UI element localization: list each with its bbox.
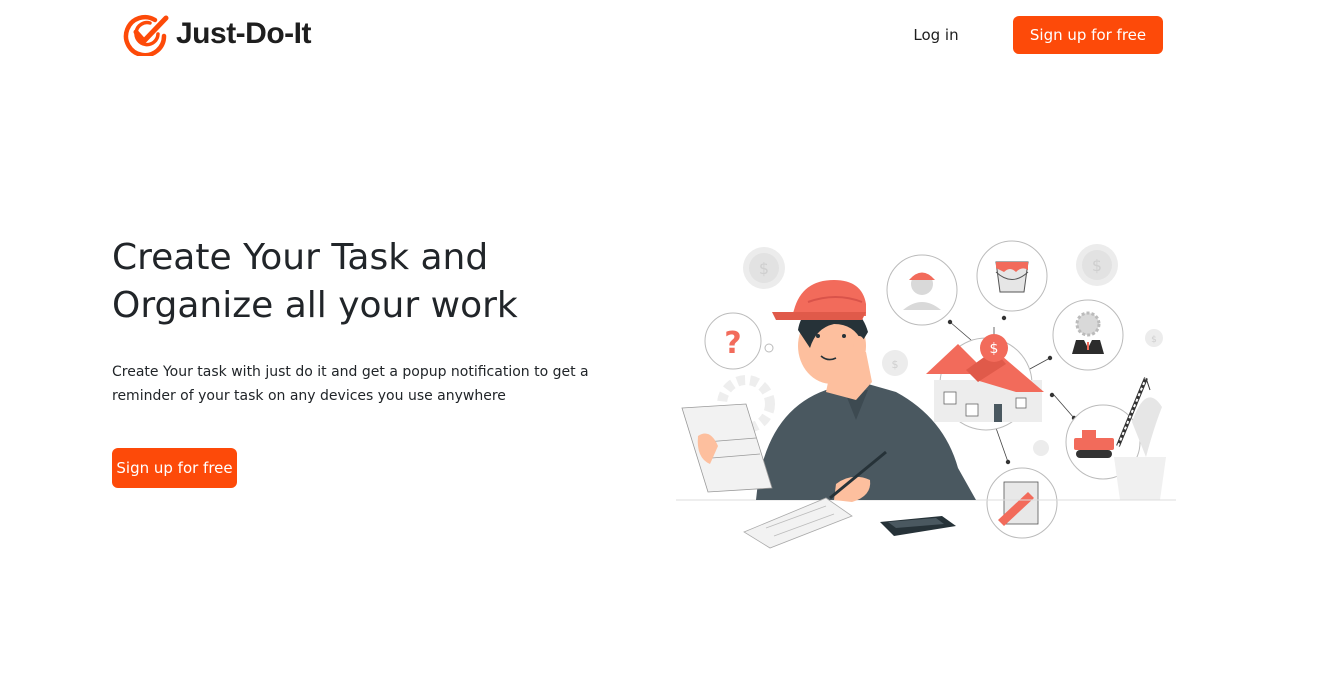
hero-title-line: Organize all your work — [112, 285, 518, 326]
dollar-coin-icon: $ — [1145, 329, 1163, 347]
dollar-coin-icon: $ — [1076, 244, 1118, 286]
svg-text:?: ? — [724, 326, 741, 361]
hero-title: Create Your Task and Organize all your w… — [112, 234, 632, 330]
hero-title-line: Create Your Task and — [112, 237, 489, 278]
worker-avatar-icon — [886, 254, 958, 326]
hero-description-line: reminder of your task on any devices you… — [112, 388, 506, 404]
businessman-gear-icon — [1052, 299, 1124, 371]
dollar-coin-icon: $ — [882, 350, 908, 376]
question-mark-icon: ? — [704, 312, 774, 370]
svg-text:$: $ — [1092, 256, 1102, 275]
house-icon: $ — [926, 334, 1044, 431]
hero-signup-button[interactable]: Sign up for free — [112, 448, 237, 488]
pencil-paper-icon — [986, 467, 1058, 539]
navbar: Just-Do-It Log in Sign up for free — [0, 0, 1341, 72]
svg-text:$: $ — [990, 341, 999, 357]
brand-logo-link[interactable]: Just-Do-It — [122, 12, 311, 56]
calculator-icon — [880, 516, 956, 536]
svg-text:$: $ — [1151, 335, 1157, 345]
nav-signup-button[interactable]: Sign up for free — [1013, 16, 1163, 54]
dollar-coin-icon: $ — [743, 247, 785, 289]
svg-text:$: $ — [892, 358, 899, 371]
svg-text:$: $ — [759, 259, 769, 278]
check-circle-logo-icon — [123, 14, 169, 56]
hero-description-line: Create Your task with just do it and get… — [112, 364, 589, 380]
paint-bucket-icon — [976, 240, 1048, 312]
brand-name: Just-Do-It — [176, 17, 311, 50]
hero-description: Create Your task with just do it and get… — [112, 360, 612, 408]
hero-illustration: $ $ $ $ ? $ — [676, 240, 1176, 549]
login-link[interactable]: Log in — [900, 16, 972, 54]
paper-on-desk-icon — [743, 497, 853, 549]
paper-document-icon — [681, 403, 773, 493]
dollar-coin-icon — [1033, 440, 1049, 456]
